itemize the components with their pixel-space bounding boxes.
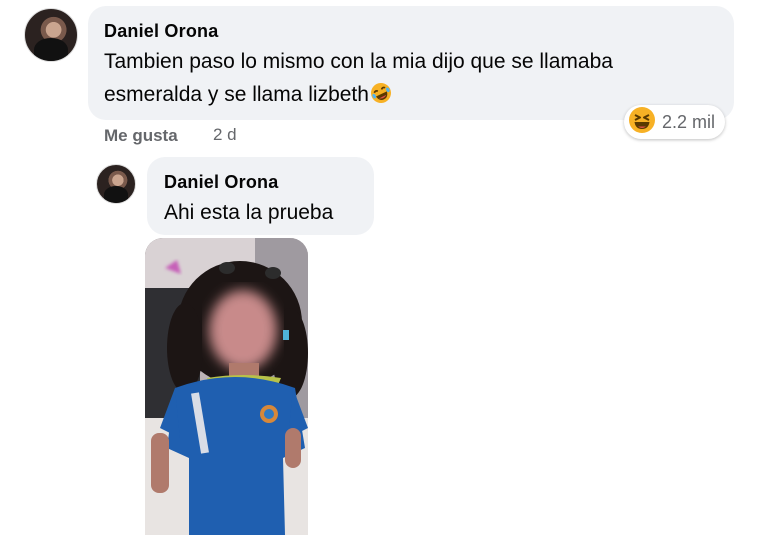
reaction-count: 2.2 mil [662, 111, 716, 132]
like-button[interactable]: Me gusta [104, 126, 178, 146]
comment-timestamp[interactable]: 2 d [213, 125, 237, 145]
comment-text-line-1: Tambien paso lo mismo con la mia dijo qu… [104, 50, 613, 73]
comment-text-line-2-content: esmeralda y se llama lizbeth [104, 83, 369, 106]
reply-author[interactable]: Daniel Orona [164, 172, 278, 193]
rolling-on-floor-laughing-icon [370, 81, 392, 103]
avatar[interactable] [24, 8, 78, 62]
comment-author[interactable]: Daniel Orona [104, 21, 218, 42]
reply-text: Ahi esta la prueba [164, 201, 334, 224]
reaction-summary[interactable]: 2.2 mil [624, 105, 726, 139]
photo-attachment[interactable] [145, 238, 308, 535]
haha-reaction-icon [628, 106, 656, 139]
photo-content [145, 238, 308, 535]
comment-text-line-2: esmeralda y se llama lizbeth [104, 78, 392, 111]
reply-avatar[interactable] [96, 164, 136, 204]
